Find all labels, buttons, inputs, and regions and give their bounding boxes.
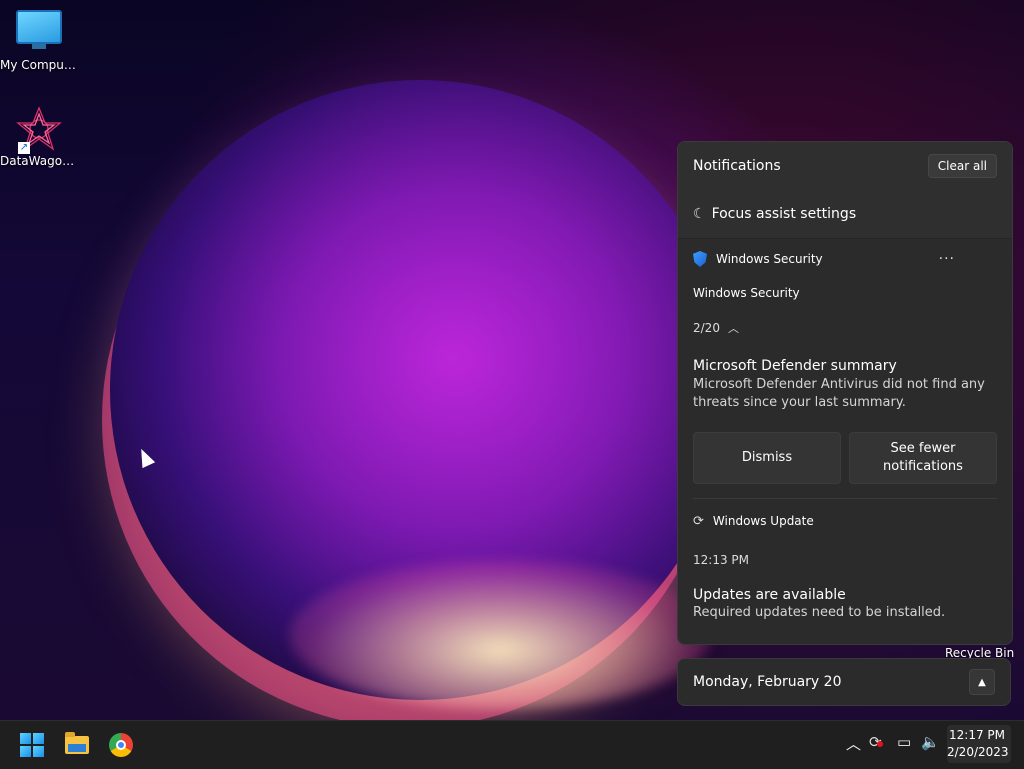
notification-app-row: ⟳ Windows Update [693,499,997,543]
focus-assist-label: Focus assist settings [711,206,857,222]
notification-source: Windows Security [693,286,800,300]
notification-windows-update[interactable]: ⟳ Windows Update 12:13 PM Updates are av… [678,499,1012,621]
desktop-icon-datawagon[interactable]: ↗ DataWagon... [0,106,78,168]
notification-body-line: threats since your last summary. [693,395,906,410]
moon-icon: ☾ [693,206,706,222]
windows-logo-icon [20,733,44,757]
notification-header: Notifications Clear all [678,142,1012,190]
button-label-line: See fewer [890,441,956,456]
notification-app-name: Windows Security [716,252,823,266]
wallpaper-glow [290,560,710,710]
desktop-icon-label: My Computer [0,58,78,72]
taskbar-clock[interactable]: 12:17 PM 2/20/2023 [947,725,1011,763]
notification-body: Required updates need to be installed. [693,605,946,620]
chrome-icon [109,733,133,757]
notification-title: Microsoft Defender summary [693,358,897,374]
show-hidden-icons-chevron-icon[interactable]: ︿ [846,733,861,754]
calendar-date: Monday, February 20 [693,674,842,690]
taskbar: ︿ ⟳ ▭ 🔈 [0,720,1024,769]
update-pending-icon[interactable]: ⟳ [869,733,883,751]
focus-assist-settings-link[interactable]: ☾ Focus assist settings [678,190,1012,239]
volume-icon[interactable]: 🔈 [921,733,940,751]
computer-icon [16,10,62,49]
more-options-button[interactable]: ··· [939,251,955,267]
button-label-line: notifications [883,459,963,474]
calendar-flyout: Monday, February 20 ▲ [677,658,1011,706]
notification-app-row: Windows Security ··· [693,239,997,279]
file-explorer-button[interactable] [61,729,93,761]
see-fewer-notifications-button[interactable]: See fewer notifications [849,432,997,484]
notification-actions: Dismiss See fewer notifications [693,432,997,484]
clock-time: 12:17 PM [949,728,1005,742]
folder-icon [65,732,89,754]
clear-all-button[interactable]: Clear all [927,154,997,178]
network-icon[interactable]: ▭ [897,733,911,751]
datawagon-icon: ↗ [16,106,62,154]
notification-time: 12:13 PM [693,553,749,567]
desktop-icon-my-computer[interactable]: My Computer [0,10,78,72]
start-button[interactable] [16,729,48,761]
notification-app-name: Windows Update [712,514,814,528]
shield-icon [693,251,707,267]
notification-body: Microsoft Defender Antivirus did not fin… [693,376,997,412]
notification-body-line: Microsoft Defender Antivirus did not fin… [693,377,985,392]
chevron-up-icon: ︿ [727,322,739,335]
notification-group-toggle[interactable]: 2/20 ︿ [693,320,997,336]
clock-date: 2/20/2023 [947,745,1009,759]
chrome-button[interactable] [105,729,137,761]
chevron-up-icon[interactable]: ▲ [969,669,995,695]
dismiss-button[interactable]: Dismiss [693,432,841,484]
notification-title: Updates are available [693,587,846,603]
desktop-icon-label: DataWagon... [0,154,78,168]
notification-count: 2/20 [693,321,720,335]
notification-center: Notifications Clear all ☾ Focus assist s… [677,141,1013,645]
sync-icon: ⟳ [693,513,704,529]
shortcut-arrow-icon: ↗ [18,142,30,154]
notification-windows-security[interactable]: Windows Security ··· Windows Security 2/… [678,239,1012,499]
notifications-title: Notifications [693,158,781,174]
